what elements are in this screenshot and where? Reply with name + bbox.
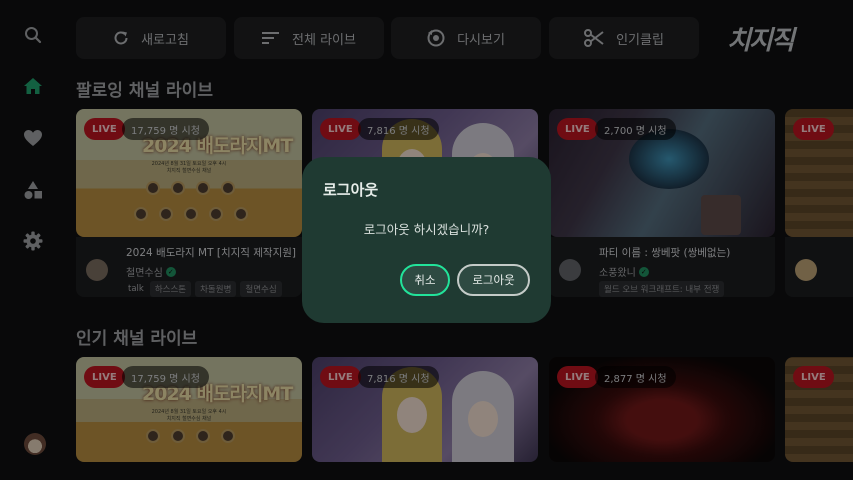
- logout-button[interactable]: 로그아웃: [457, 264, 530, 296]
- logout-dialog: 로그아웃 로그아웃 하시겠습니까? 취소 로그아웃: [302, 157, 551, 323]
- dialog-title: 로그아웃: [323, 181, 379, 199]
- dialog-message: 로그아웃 하시겠습니까?: [363, 222, 490, 237]
- cancel-button[interactable]: 취소: [400, 264, 450, 296]
